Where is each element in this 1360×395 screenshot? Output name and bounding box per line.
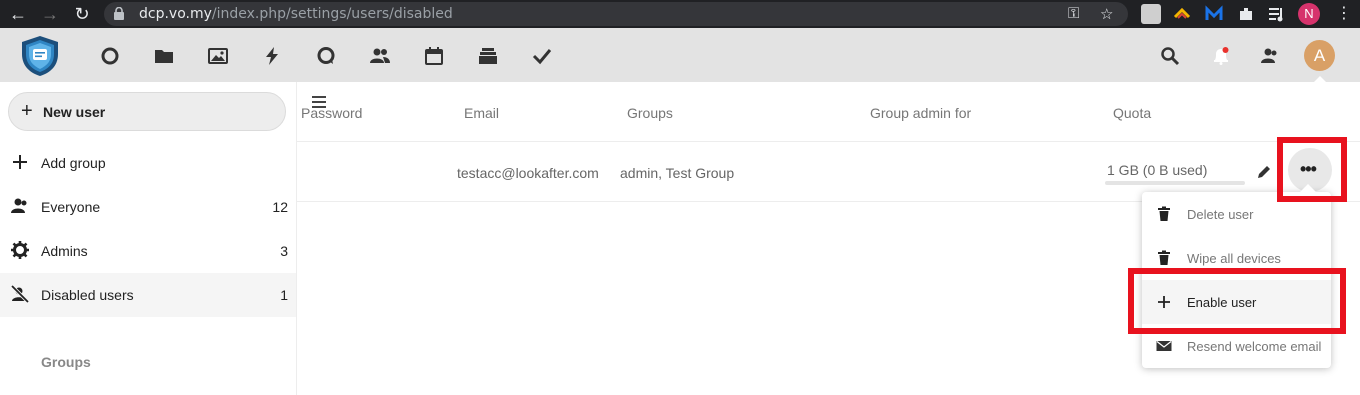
photos-icon[interactable]	[208, 46, 228, 66]
new-user-label: New user	[43, 104, 106, 120]
new-user-button[interactable]: + New user	[8, 92, 286, 131]
contacts-menu-icon[interactable]	[1260, 46, 1280, 66]
extension-m-icon[interactable]	[1204, 4, 1224, 24]
search-icon[interactable]	[1160, 46, 1180, 66]
extension-icon[interactable]	[1141, 4, 1161, 24]
address-bar[interactable]: dcp.vo.my/index.php/settings/users/disab…	[104, 2, 1128, 26]
menu-item-label: Wipe all devices	[1187, 251, 1281, 266]
app-logo[interactable]	[18, 34, 62, 78]
reload-icon[interactable]: ↻	[72, 4, 92, 24]
dashboard-icon[interactable]	[100, 46, 120, 66]
activity-icon[interactable]	[262, 46, 282, 66]
extension-colorful-icon[interactable]	[1172, 4, 1192, 24]
url-path: /index.php/settings/users/disabled	[211, 6, 453, 22]
contacts-icon	[11, 198, 27, 213]
trash-icon	[1158, 206, 1170, 221]
deck-icon[interactable]	[478, 46, 498, 66]
sidebar-item-label: Everyone	[41, 199, 101, 215]
notifications-bell-icon[interactable]	[1211, 46, 1231, 66]
sidebar-item-everyone[interactable]: Everyone 12	[0, 185, 296, 229]
edit-pencil-icon[interactable]	[1256, 164, 1272, 180]
talk-icon[interactable]	[316, 46, 336, 66]
url-host: dcp.vo.my	[139, 6, 212, 22]
app-header: A	[0, 28, 1360, 82]
column-header-quota: Quota	[1113, 105, 1152, 121]
sidebar-item-count: 3	[280, 243, 288, 259]
key-icon[interactable]: ⚿	[1068, 5, 1079, 22]
sidebar-item-admins[interactable]: Admins 3	[0, 229, 296, 273]
user-groups[interactable]: admin, Test Group	[620, 165, 734, 181]
browser-profile-avatar[interactable]: N	[1298, 3, 1320, 25]
sidebar-item-count: 1	[280, 287, 288, 303]
tasks-icon[interactable]	[532, 46, 552, 66]
back-arrow-icon[interactable]: ←	[8, 4, 28, 24]
column-header-password: Password	[301, 105, 363, 121]
media-queue-icon[interactable]	[1267, 4, 1287, 24]
bookmark-star-icon[interactable]: ☆	[1100, 5, 1113, 23]
user-avatar[interactable]: A	[1304, 40, 1335, 71]
column-header-group-admin-for: Group admin for	[870, 105, 972, 121]
sidebar: + New user Add group Everyone 12 Admins …	[0, 82, 297, 395]
quota-progress-bar	[1105, 181, 1245, 185]
trash-icon	[1158, 250, 1170, 265]
extensions-puzzle-icon[interactable]	[1236, 4, 1256, 24]
user-email[interactable]: testacc@lookafter.com	[457, 165, 599, 181]
add-group-item[interactable]: Add group	[0, 141, 296, 185]
lock-icon	[114, 7, 124, 20]
groups-caption: Groups	[41, 354, 91, 370]
browser-menu-icon[interactable]: ⋮	[1336, 4, 1352, 24]
envelope-icon	[1156, 341, 1172, 351]
column-header-email: Email	[464, 105, 500, 121]
disabled-user-icon	[11, 285, 29, 303]
column-header-groups: Groups	[627, 105, 673, 121]
menu-item-label: Resend welcome email	[1187, 339, 1322, 354]
calendar-icon[interactable]	[424, 46, 444, 66]
annotation-highlight-more-button	[1277, 137, 1347, 202]
user-quota[interactable]: 1 GB (0 B used)	[1107, 162, 1207, 178]
url-text: dcp.vo.my/index.php/settings/users/disab…	[139, 6, 453, 22]
plus-icon	[13, 155, 27, 169]
menu-item-label: Delete user	[1187, 207, 1254, 222]
add-group-label: Add group	[41, 155, 106, 171]
forward-arrow-icon[interactable]: →	[40, 4, 60, 24]
sidebar-item-disabled-users[interactable]: Disabled users 1	[0, 273, 296, 317]
plus-icon: +	[21, 100, 33, 122]
sidebar-item-count: 12	[272, 199, 288, 215]
files-icon[interactable]	[154, 46, 174, 66]
annotation-highlight-enable-user	[1128, 268, 1346, 334]
gear-icon	[11, 241, 29, 259]
sidebar-item-label: Disabled users	[41, 287, 134, 303]
contacts-icon[interactable]	[370, 46, 390, 66]
sidebar-item-label: Admins	[41, 243, 88, 259]
browser-chrome: ← → ↻ dcp.vo.my/index.php/settings/users…	[0, 0, 1360, 28]
